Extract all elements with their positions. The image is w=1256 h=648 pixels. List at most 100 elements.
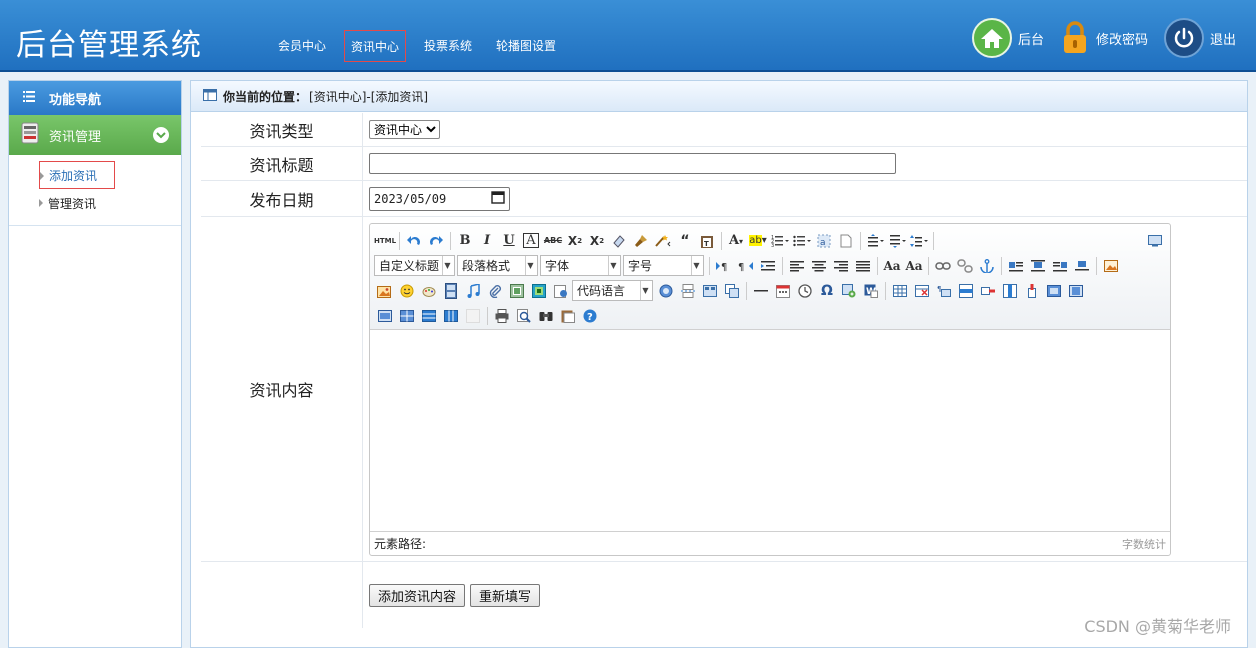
strikethrough-icon[interactable]: ABC	[542, 230, 564, 252]
type-select[interactable]: 资讯中心	[369, 120, 440, 139]
redo-icon[interactable]	[425, 230, 447, 252]
nav-carousel-settings[interactable]: 轮播图设置	[490, 30, 562, 62]
preview-icon[interactable]	[513, 305, 535, 327]
delete-row-icon[interactable]	[977, 280, 999, 302]
ltr-icon[interactable]: ¶	[713, 255, 735, 277]
insert-row-icon[interactable]	[955, 280, 977, 302]
indent-icon[interactable]	[757, 255, 779, 277]
nav-news-center[interactable]: 资讯中心	[344, 30, 407, 62]
delete-col-icon[interactable]	[1021, 280, 1043, 302]
merge-right-icon[interactable]	[1065, 280, 1087, 302]
align-justify-icon[interactable]	[852, 255, 874, 277]
clear-doc-icon[interactable]	[835, 230, 857, 252]
reset-button[interactable]: 重新填写	[470, 583, 541, 607]
subscript-icon[interactable]: X2	[586, 230, 608, 252]
template-icon[interactable]	[699, 280, 721, 302]
align-right-icon[interactable]	[830, 255, 852, 277]
select-all-icon[interactable]: a	[813, 230, 835, 252]
auto-format-icon[interactable]	[652, 230, 674, 252]
help-icon[interactable]: ?	[579, 305, 601, 327]
italic-icon[interactable]: I	[476, 230, 498, 252]
special-chars-icon[interactable]: Ω	[816, 280, 838, 302]
paste-word-icon[interactable]: W	[860, 280, 882, 302]
image-float-none-icon[interactable]	[1027, 255, 1049, 277]
scrawl-icon[interactable]	[418, 280, 440, 302]
insert-table-icon[interactable]	[889, 280, 911, 302]
link-icon[interactable]	[932, 255, 954, 277]
undo-icon[interactable]	[403, 230, 425, 252]
nav-member-center[interactable]: 会员中心	[272, 30, 332, 62]
align-left-icon[interactable]	[786, 255, 808, 277]
insert-time-icon[interactable]	[794, 280, 816, 302]
line-height-icon[interactable]	[908, 230, 930, 252]
uppercase-icon[interactable]: Aa	[881, 255, 903, 277]
home-link[interactable]: 后台	[971, 18, 1044, 58]
change-password-link[interactable]: 修改密码	[1060, 18, 1148, 58]
highlight-color-icon[interactable]: ab ▾	[747, 230, 769, 252]
superscript-icon[interactable]: X2	[564, 230, 586, 252]
image-float-right-icon[interactable]	[1049, 255, 1071, 277]
merge-down-icon[interactable]	[374, 305, 396, 327]
date-input[interactable]: 2023/05/09	[369, 186, 510, 211]
sidebar-group-news[interactable]: 资讯管理	[9, 115, 181, 155]
map-icon[interactable]	[528, 280, 550, 302]
code-language-dropdown[interactable]: 代码语言 ▼	[572, 280, 653, 301]
emotion-icon[interactable]	[396, 280, 418, 302]
multi-image-icon[interactable]	[374, 280, 396, 302]
bold-icon[interactable]: B	[454, 230, 476, 252]
paste-plain-icon[interactable]: T	[696, 230, 718, 252]
print-icon[interactable]	[491, 305, 513, 327]
image-none-icon[interactable]	[506, 280, 528, 302]
logout-link[interactable]: 退出	[1163, 18, 1236, 58]
wordimage-icon[interactable]	[838, 280, 860, 302]
unordered-list-icon[interactable]	[791, 230, 813, 252]
insert-date-icon[interactable]	[772, 280, 794, 302]
unlink-icon[interactable]	[954, 255, 976, 277]
chart-disabled-icon[interactable]	[462, 305, 484, 327]
calendar-icon[interactable]	[491, 190, 505, 207]
font-border-icon[interactable]: A	[520, 230, 542, 252]
chevron-down-icon[interactable]	[153, 127, 169, 143]
merge-cells-icon[interactable]	[1043, 280, 1065, 302]
ordered-list-icon[interactable]: 123	[769, 230, 791, 252]
rtl-icon[interactable]: ¶	[735, 255, 757, 277]
lowercase-icon[interactable]: Aa	[903, 255, 925, 277]
font-color-icon[interactable]: A ▾	[725, 230, 747, 252]
eraser-icon[interactable]	[608, 230, 630, 252]
blockquote-icon[interactable]: “	[674, 230, 696, 252]
background-icon[interactable]	[721, 280, 743, 302]
attachment-icon[interactable]	[484, 280, 506, 302]
image-float-left-icon[interactable]	[1005, 255, 1027, 277]
split-cells-icon[interactable]	[396, 305, 418, 327]
insert-image-icon[interactable]	[1100, 255, 1122, 277]
music-icon[interactable]	[462, 280, 484, 302]
horizontal-rule-icon[interactable]	[750, 280, 772, 302]
font-size-dropdown[interactable]: 字号 ▼	[623, 255, 704, 276]
split-cols-icon[interactable]	[440, 305, 462, 327]
font-family-dropdown[interactable]: 字体 ▼	[540, 255, 621, 276]
submit-news-button[interactable]: 添加资讯内容	[369, 583, 466, 607]
image-center-icon[interactable]	[1071, 255, 1093, 277]
format-brush-icon[interactable]	[630, 230, 652, 252]
sidebar-item-add-news[interactable]: 添加资讯	[39, 161, 115, 189]
split-rows-icon[interactable]	[418, 305, 440, 327]
editor-content-area[interactable]	[370, 330, 1170, 529]
underline-icon[interactable]: U	[498, 230, 520, 252]
sidebar-item-manage-news[interactable]: 管理资讯	[9, 189, 181, 217]
title-input[interactable]	[369, 153, 896, 174]
paragraph-format-dropdown[interactable]: 段落格式 ▼	[457, 255, 538, 276]
insert-frame-icon[interactable]	[655, 280, 677, 302]
align-center-icon[interactable]	[808, 255, 830, 277]
search-replace-icon[interactable]	[535, 305, 557, 327]
insert-video-icon[interactable]	[440, 280, 462, 302]
nav-vote-system[interactable]: 投票系统	[418, 30, 478, 62]
insert-paragraph-before-table-icon[interactable]: ¶	[933, 280, 955, 302]
gmap-icon[interactable]	[550, 280, 572, 302]
html-source-button[interactable]: HTML	[374, 230, 396, 252]
page-break-icon[interactable]	[677, 280, 699, 302]
drafts-icon[interactable]	[557, 305, 579, 327]
delete-table-icon[interactable]	[911, 280, 933, 302]
insert-col-icon[interactable]	[999, 280, 1021, 302]
anchor-icon[interactable]	[976, 255, 998, 277]
row-spacing-bottom-icon[interactable]	[886, 230, 908, 252]
